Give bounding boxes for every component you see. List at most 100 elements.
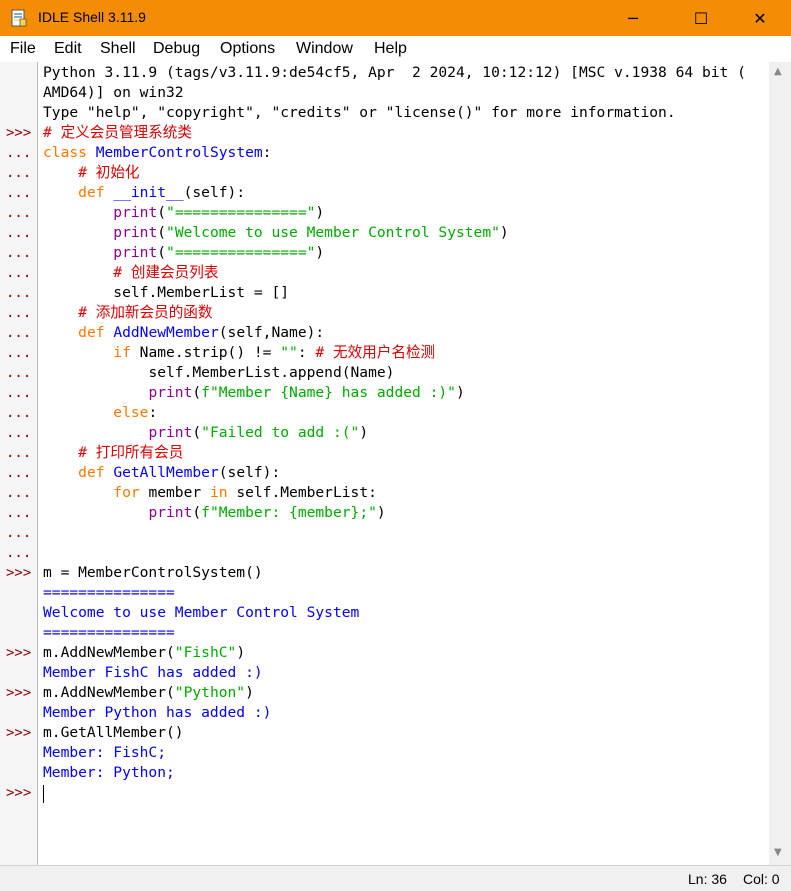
string: "Welcome to use Member Control System" [166, 224, 500, 241]
close-button[interactable]: ✕ [737, 0, 783, 36]
line-indicator: Ln: 36 [688, 871, 727, 887]
function-name: __init__ [113, 184, 184, 201]
banner-line: AMD64)] on win32 [43, 84, 184, 101]
keyword: for [113, 484, 140, 501]
prompt-continuation: ... [6, 245, 32, 261]
maximize-button[interactable]: ☐ [678, 0, 724, 36]
prompt-continuation: ... [6, 365, 32, 381]
prompt-continuation: ... [6, 405, 32, 421]
string: "===============" [166, 244, 316, 261]
vertical-scrollbar[interactable]: ▲ ▼ [769, 62, 791, 865]
code-line: for member in self.MemberList: [43, 483, 377, 503]
shell-text-area[interactable]: >>> ... ... ... ... ... ... ... ... ... … [0, 62, 791, 865]
prompt-continuation: ... [6, 305, 32, 321]
close-icon: ✕ [753, 8, 767, 28]
string: "FishC" [174, 644, 237, 661]
comment: # 初始化 [78, 164, 140, 181]
input-line: m.AddNewMember("Python") [43, 684, 254, 701]
code-text: member [139, 484, 210, 501]
builtin: print [148, 504, 193, 521]
keyword: def [78, 184, 105, 201]
prompt-continuation: ... [6, 145, 32, 161]
prompt-continuation: ... [6, 345, 32, 361]
menu-bar: File Edit Shell Debug Options Window Hel… [0, 36, 791, 62]
banner-line: Type "help", "copyright", "credits" or "… [43, 104, 676, 121]
code-line: self.MemberList = [] [43, 283, 289, 303]
code-line: else: [113, 404, 158, 421]
code-text: self.MemberList: [227, 484, 377, 501]
stdout-line: Member FishC has added :) [43, 664, 263, 681]
keyword: if [113, 344, 131, 361]
input-line: m.AddNewMember("FishC") [43, 644, 246, 661]
menu-help[interactable]: Help [374, 40, 407, 58]
comment: # 定义会员管理系统类 [43, 124, 192, 141]
code-text: m.AddNewMember( [43, 644, 175, 661]
column-indicator: Col: 0 [743, 871, 780, 887]
menu-debug[interactable]: Debug [153, 40, 200, 58]
code-line: print("Welcome to use Member Control Sys… [113, 224, 509, 241]
code-line: # 初始化 [43, 163, 140, 183]
menu-window[interactable]: Window [296, 40, 353, 58]
window-title: IDLE Shell 3.11.9 [38, 9, 146, 25]
builtin: print [113, 224, 158, 241]
text-cursor [43, 785, 44, 803]
stdout-line: Member Python has added :) [43, 704, 272, 721]
code-text: self.MemberList.append(Name) [148, 364, 395, 381]
string: "===============" [166, 204, 316, 221]
code-line: print("===============") [113, 204, 325, 221]
builtin: print [148, 424, 193, 441]
prompt-continuation: ... [6, 425, 32, 441]
idle-app-icon [11, 9, 27, 27]
stdout-line: =============== [43, 584, 175, 601]
menu-options[interactable]: Options [220, 40, 275, 58]
prompt-continuation: ... [6, 265, 32, 281]
keyword: in [209, 484, 228, 501]
string: "Failed to add :(" [201, 424, 360, 441]
string: "Python" [174, 684, 246, 701]
code-line: print("Failed to add :(") [148, 424, 369, 441]
code-text: m.AddNewMember( [43, 684, 175, 701]
prompt-continuation: ... [6, 505, 32, 521]
prompt-primary: >>> [6, 645, 32, 661]
comment: # 添加新会员的函数 [78, 304, 213, 321]
menu-file[interactable]: File [10, 40, 36, 58]
code-line: # 定义会员管理系统类 [43, 123, 192, 143]
prompt-continuation: ... [6, 225, 32, 241]
scroll-down-arrow-icon[interactable]: ▼ [774, 847, 782, 858]
scroll-up-arrow-icon[interactable]: ▲ [774, 66, 782, 77]
class-name: MemberControlSystem [95, 144, 263, 161]
comment: # 打印所有会员 [78, 444, 184, 461]
function-name: AddNewMember [113, 324, 219, 341]
banner-line: Python 3.11.9 (tags/v3.11.9:de54cf5, Apr… [43, 64, 746, 81]
builtin: print [113, 244, 158, 261]
stdout-line: Member: Python; [43, 764, 175, 781]
code-text: (self): [218, 464, 281, 481]
string: "" [280, 344, 298, 361]
keyword: else [113, 404, 149, 421]
code-line: # 创建会员列表 [43, 263, 218, 283]
minimize-button[interactable]: ─ [610, 0, 656, 36]
keyword: class [43, 144, 87, 161]
menu-shell[interactable]: Shell [100, 40, 136, 58]
status-bar: Ln: 36 Col: 0 [0, 865, 791, 891]
builtin: print [113, 204, 158, 221]
prompt-continuation: ... [6, 525, 32, 541]
prompt-continuation: ... [6, 545, 32, 561]
prompt-continuation: ... [6, 465, 32, 481]
prompt-continuation: ... [6, 445, 32, 461]
code-line: print("===============") [113, 244, 325, 261]
menu-edit[interactable]: Edit [54, 40, 82, 58]
prompt-continuation: ... [6, 325, 32, 341]
code-line: # 打印所有会员 [43, 443, 183, 463]
code-line: def __init__(self): [43, 183, 245, 203]
minimize-icon: ─ [628, 8, 638, 28]
prompt-primary: >>> [6, 125, 32, 141]
prompt-primary: >>> [6, 725, 32, 741]
code-line: if Name.strip() != "": # 无效用户名检测 [43, 343, 435, 363]
code-line: print(f"Member: {member};") [148, 504, 386, 521]
string: f"Member: {member};" [201, 504, 377, 521]
comment: # 无效用户名检测 [315, 344, 436, 361]
code-text: (self,Name): [218, 324, 325, 341]
input-line: m = MemberControlSystem() [43, 564, 263, 581]
code-text: : [297, 344, 316, 361]
